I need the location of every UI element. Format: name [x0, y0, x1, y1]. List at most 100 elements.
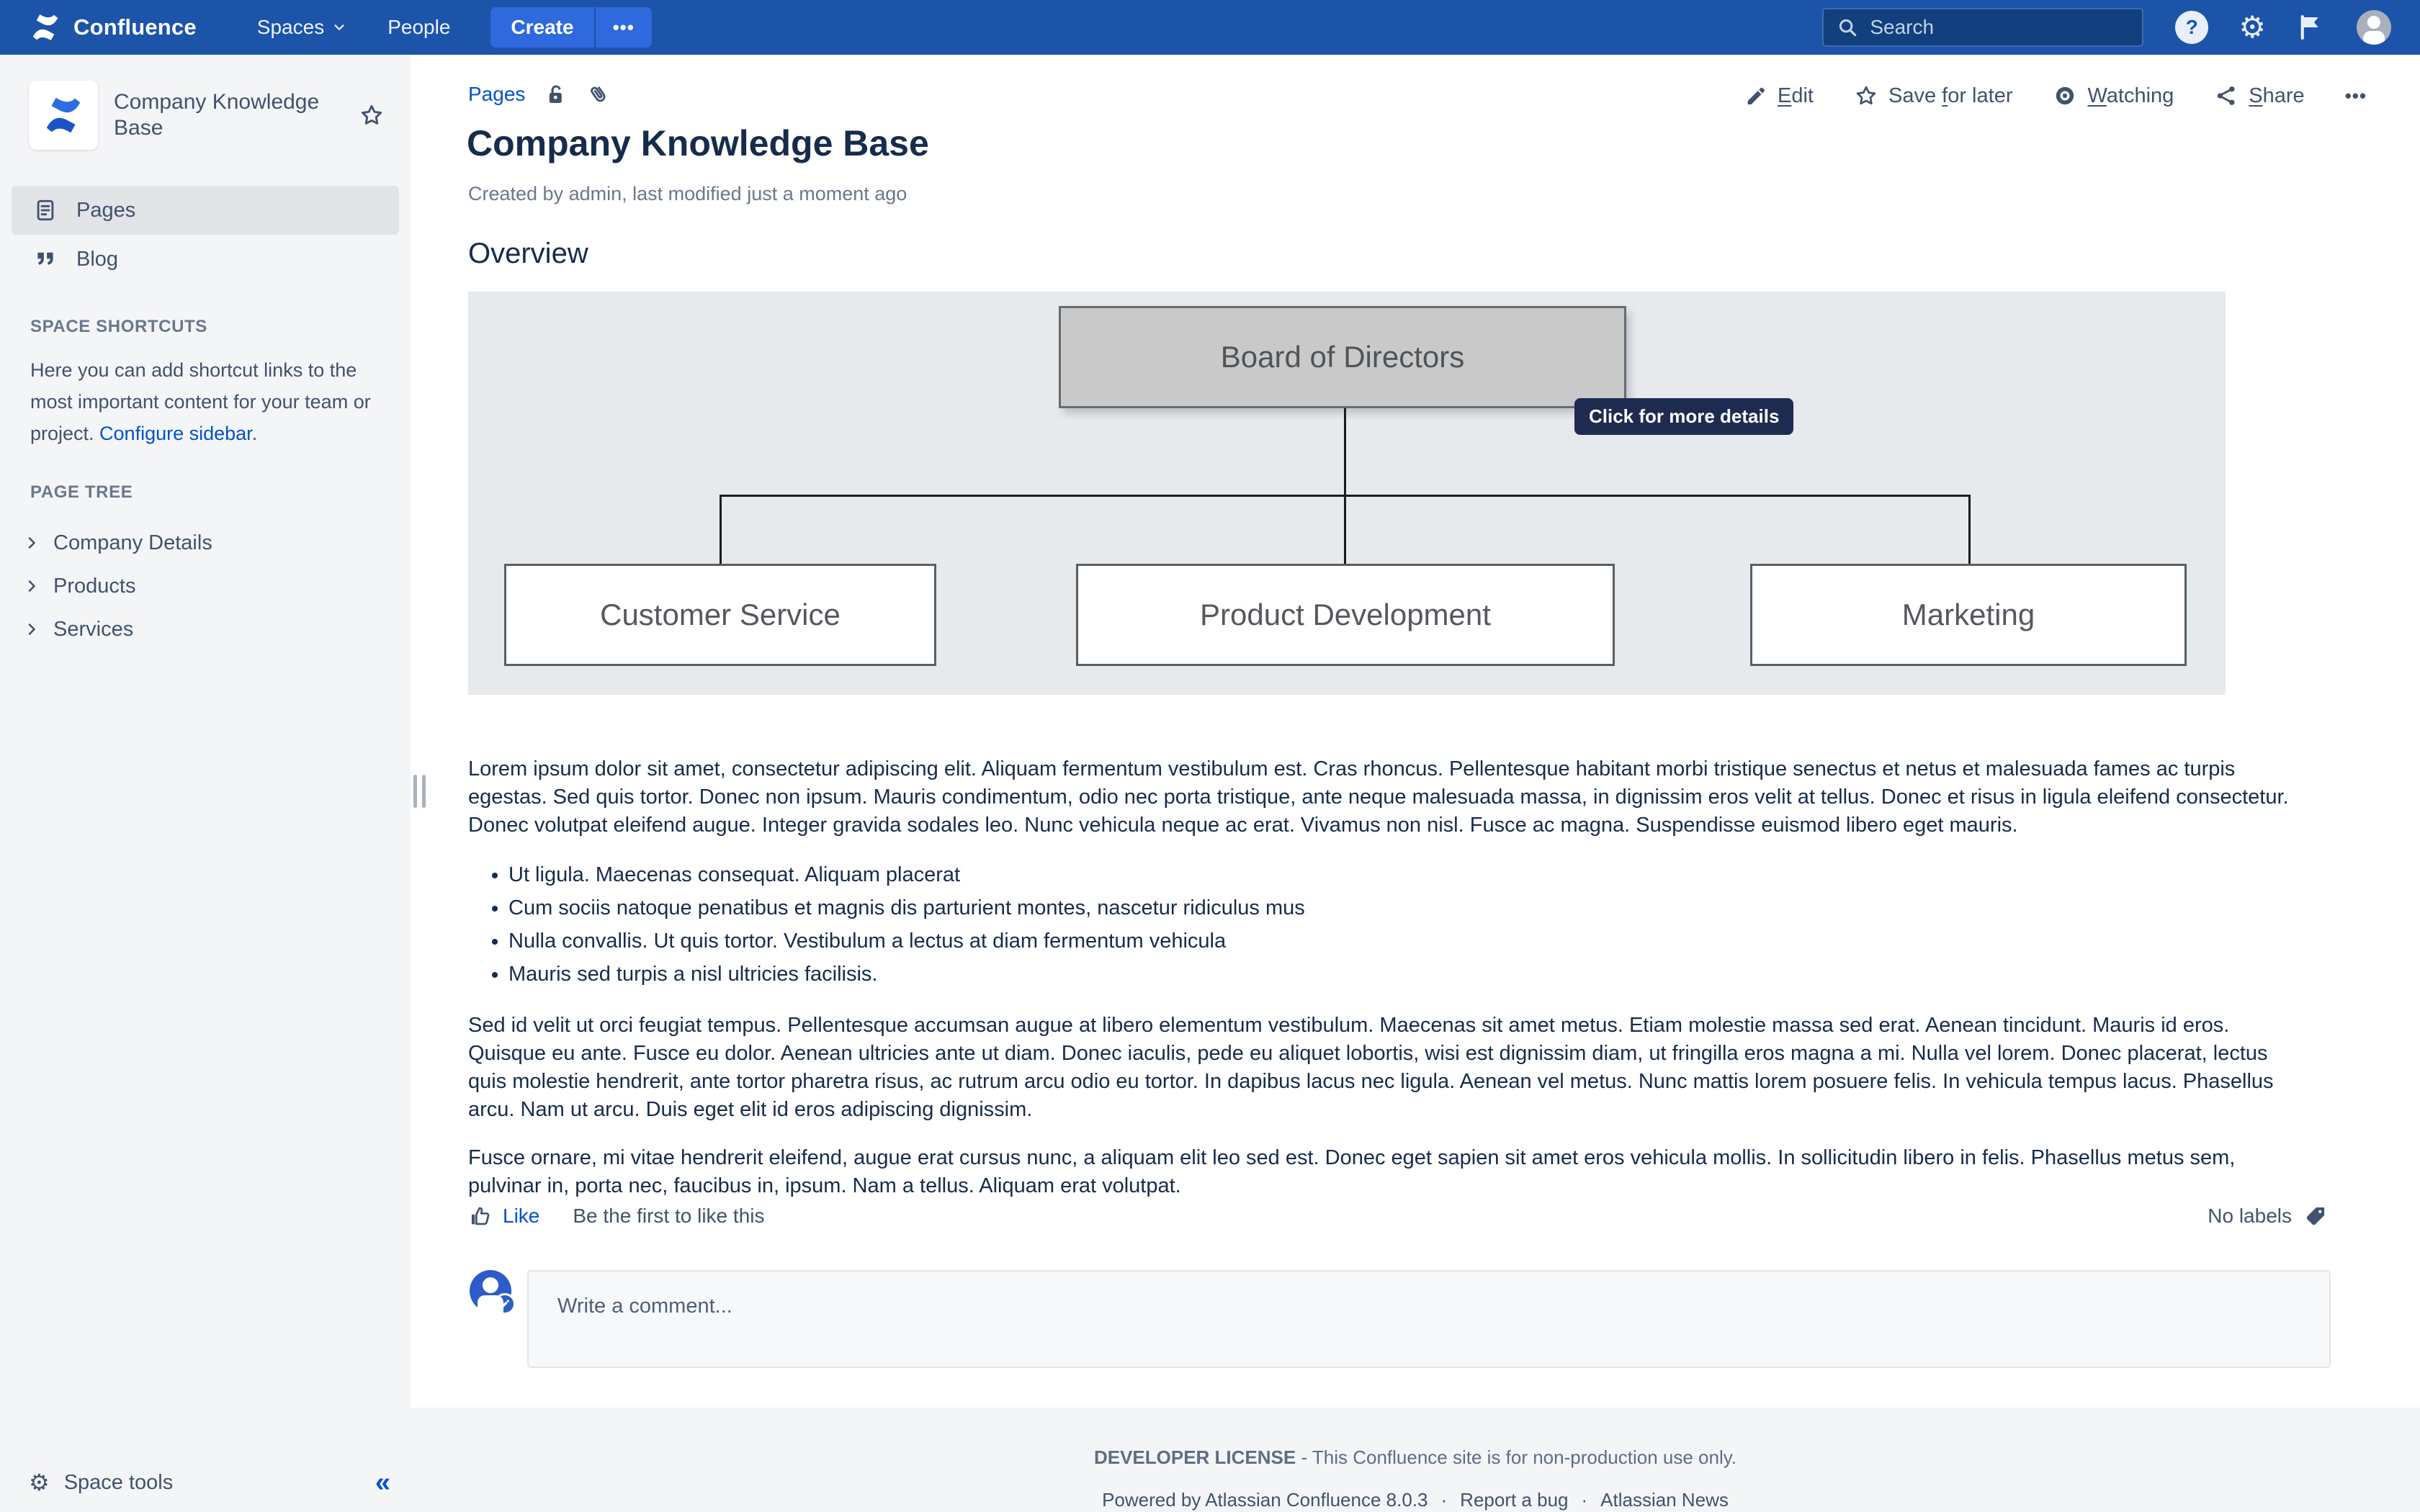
- create-split-button: Create •••: [490, 7, 651, 48]
- nav-spaces[interactable]: Spaces: [257, 16, 347, 39]
- page-tree: Company Details Products Services: [23, 521, 411, 651]
- confluence-logo-icon: [29, 11, 62, 44]
- admin-gear-icon[interactable]: ⚙: [2238, 12, 2266, 42]
- topbar-icons: ? ⚙: [2175, 10, 2391, 45]
- help-icon[interactable]: ?: [2175, 11, 2208, 44]
- license-notice: DEVELOPER LICENSE - This Confluence site…: [411, 1446, 2420, 1469]
- edit-button[interactable]: Edit: [1744, 84, 1814, 108]
- bullet-item: Ut ligula. Maecenas consequat. Aliquam p…: [508, 861, 2301, 889]
- body-paragraph: Sed id velit ut orci feugiat tempus. Pel…: [468, 1012, 2301, 1124]
- org-node-board-of-directors[interactable]: Board of Directors: [1059, 306, 1626, 408]
- page-body: Overview Board of Directors Click for mo…: [468, 238, 2301, 1220]
- chevron-right-icon[interactable]: [23, 577, 40, 595]
- like-and-labels-row: Like Be the first to like this No labels: [468, 1204, 2328, 1228]
- tree-item-label: Services: [53, 618, 133, 642]
- tag-icon: [2303, 1204, 2328, 1228]
- avatar-edit-badge-icon: [494, 1293, 516, 1315]
- sidebar-item-label: Pages: [76, 199, 135, 222]
- sidebar-resize-grip[interactable]: [413, 775, 426, 808]
- footer-links: Powered by Atlassian Confluence 8.0.3·Re…: [411, 1489, 2420, 1511]
- connector-line: [720, 495, 722, 564]
- powered-by-text: Powered by Atlassian Confluence 8.0.3: [1102, 1489, 1428, 1511]
- page-content: Pages: [411, 55, 2420, 1408]
- tree-item-company-details[interactable]: Company Details: [23, 521, 411, 564]
- blog-quote-icon: [33, 247, 58, 271]
- page-footer: DEVELOPER LICENSE - This Confluence site…: [411, 1408, 2420, 1512]
- space-shortcuts-help-text: Here you can add shortcut links to the m…: [30, 354, 380, 449]
- confluence-logo[interactable]: Confluence: [29, 11, 197, 44]
- search-input[interactable]: [1870, 16, 2130, 39]
- org-node-product-development[interactable]: Product Development: [1076, 564, 1615, 666]
- org-node-customer-service[interactable]: Customer Service: [504, 564, 936, 666]
- chevron-right-icon[interactable]: [23, 621, 40, 638]
- body-bullet-list: Ut ligula. Maecenas consequat. Aliquam p…: [468, 861, 2301, 989]
- nav-people[interactable]: People: [387, 16, 450, 39]
- sidebar-item-pages[interactable]: Pages: [12, 186, 399, 235]
- watching-button[interactable]: Watching: [2053, 84, 2174, 108]
- page-actions: Edit Save for later Watching: [1744, 84, 2367, 108]
- space-tools-label[interactable]: Space tools: [64, 1471, 174, 1495]
- user-avatar[interactable]: [2357, 10, 2391, 45]
- attachments-paperclip-icon[interactable]: [583, 77, 617, 111]
- space-name[interactable]: Company Knowledge Base: [114, 89, 343, 141]
- space-logo-icon[interactable]: [29, 81, 98, 150]
- comment-user-avatar: [470, 1270, 511, 1312]
- collapse-sidebar-button[interactable]: «: [375, 1469, 390, 1496]
- org-chart-tooltip: Click for more details: [1574, 398, 1793, 435]
- page-title: Company Knowledge Base: [467, 122, 929, 164]
- bullet-item: Mauris sed turpis a nisl ultricies facil…: [508, 960, 2301, 989]
- unlock-icon[interactable]: [544, 82, 568, 107]
- body-paragraph: Fusce ornare, mi vitae hendrerit eleifen…: [468, 1144, 2301, 1200]
- tree-item-services[interactable]: Services: [23, 608, 411, 651]
- save-for-later-button[interactable]: Save for later: [1854, 84, 2013, 108]
- chevron-right-icon[interactable]: [23, 534, 40, 552]
- labels-control[interactable]: No labels: [2208, 1204, 2328, 1228]
- space-tools-gear-icon[interactable]: ⚙: [29, 1471, 50, 1494]
- bullet-item: Cum sociis natoque penatibus et magnis d…: [508, 894, 2301, 922]
- top-navigation-bar: Confluence Spaces People Create ••• ? ⚙: [0, 0, 2420, 55]
- sidebar-item-label: Blog: [76, 248, 118, 271]
- section-heading: Overview: [468, 238, 2301, 270]
- product-name: Confluence: [73, 14, 197, 40]
- connector-line: [1968, 495, 1971, 564]
- body-paragraph: Lorem ipsum dolor sit amet, consectetur …: [468, 755, 2301, 840]
- create-more-button[interactable]: •••: [596, 7, 652, 48]
- star-icon: [1854, 84, 1878, 108]
- share-icon: [2214, 84, 2238, 108]
- page-tree-heading: PAGE TREE: [30, 482, 411, 503]
- tree-item-label: Company Details: [53, 531, 212, 555]
- org-chart: Board of Directors Click for more detail…: [468, 292, 2226, 695]
- search-box[interactable]: [1822, 8, 2143, 47]
- space-header: Company Knowledge Base: [0, 55, 411, 150]
- atlassian-news-link[interactable]: Atlassian News: [1600, 1489, 1729, 1511]
- top-nav: Spaces People: [257, 16, 451, 39]
- space-shortcuts-heading: SPACE SHORTCUTS: [30, 317, 411, 337]
- connector-line: [1344, 408, 1346, 495]
- sidebar-item-blog[interactable]: Blog: [12, 235, 399, 284]
- page-more-button[interactable]: •••: [2345, 85, 2367, 107]
- comment-input-box[interactable]: [527, 1270, 2331, 1368]
- like-button[interactable]: Like: [468, 1204, 539, 1228]
- main-area: Pages: [411, 55, 2420, 1512]
- comment-input[interactable]: [529, 1272, 2329, 1318]
- configure-sidebar-link[interactable]: Configure sidebar: [99, 423, 252, 444]
- watching-eye-icon: [2053, 84, 2077, 108]
- share-button[interactable]: Share: [2214, 84, 2304, 108]
- labels-text: No labels: [2208, 1205, 2292, 1228]
- favorite-star-icon[interactable]: [359, 102, 385, 128]
- report-a-bug-link[interactable]: Report a bug: [1460, 1489, 1568, 1511]
- page-byline: Created by admin, last modified just a m…: [468, 183, 907, 205]
- comment-composer: [470, 1270, 2331, 1368]
- chevron-down-icon: [331, 19, 347, 35]
- space-sidebar: Company Knowledge Base Pages Blog: [0, 55, 411, 1512]
- search-icon: [1837, 17, 1858, 38]
- tree-item-products[interactable]: Products: [23, 564, 411, 608]
- create-button[interactable]: Create: [490, 7, 593, 48]
- pencil-icon: [1744, 84, 1767, 107]
- breadcrumb: Pages: [468, 82, 611, 107]
- notifications-flag-icon[interactable]: [2296, 12, 2326, 42]
- connector-line: [1344, 495, 1346, 564]
- org-node-marketing[interactable]: Marketing: [1750, 564, 2187, 666]
- breadcrumb-pages-link[interactable]: Pages: [468, 83, 525, 106]
- space-nav: Pages Blog: [12, 186, 399, 284]
